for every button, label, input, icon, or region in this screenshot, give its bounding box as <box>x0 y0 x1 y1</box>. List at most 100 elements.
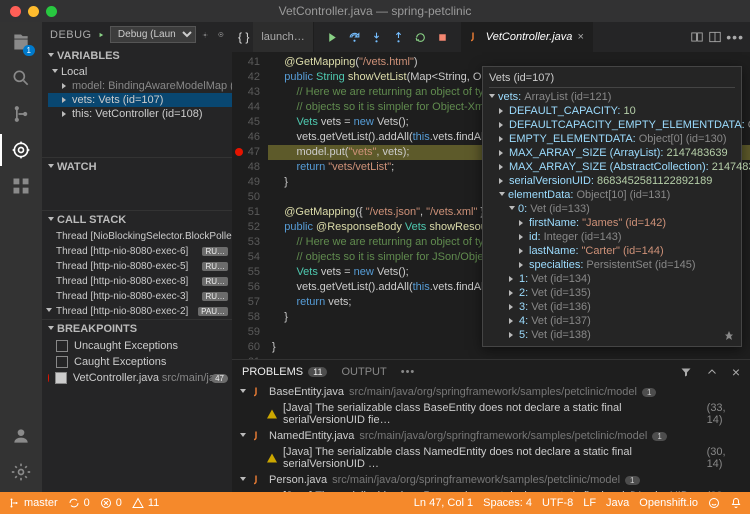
launch-config-select[interactable]: Debug (Launch) <box>110 26 196 43</box>
callstack-row[interactable]: Thread [http-nio-8080-exec-6]RU… <box>42 244 232 259</box>
maximize-panel-icon[interactable] <box>706 366 718 378</box>
variable-row[interactable]: model: BindingAwareModelMap (id=106… <box>48 79 232 93</box>
close-panel-icon[interactable]: × <box>732 364 740 380</box>
status-bar: master 0 0 11 Ln 47, Col 1 Spaces: 4 UTF… <box>0 492 750 514</box>
bottom-panel: PROBLEMS11 OUTPUT ••• × BaseEntity.java … <box>232 359 750 492</box>
extensions-icon[interactable] <box>9 174 33 198</box>
step-over-icon[interactable] <box>348 31 361 44</box>
continue-icon[interactable] <box>326 31 339 44</box>
hover-row[interactable]: lastName: "Carter" (id=144) <box>489 244 735 258</box>
source-control-icon[interactable] <box>9 102 33 126</box>
editor-tabbar: { } launch… VetController.java × ••• <box>232 22 750 52</box>
step-into-icon[interactable] <box>370 31 383 44</box>
breakpoint-row[interactable]: Uncaught Exceptions <box>42 338 232 354</box>
more-icon[interactable]: ••• <box>726 29 744 45</box>
java-file-icon <box>469 31 481 43</box>
debug-icon[interactable] <box>9 138 33 162</box>
java-file-icon <box>252 386 264 398</box>
cursor-position[interactable]: Ln 47, Col 1 <box>414 497 473 509</box>
breakpoint-row[interactable]: VetController.java src/main/ja…47 <box>42 370 232 386</box>
openshift-status[interactable]: Openshift.io <box>639 497 698 509</box>
debug-settings-icon[interactable] <box>202 29 208 41</box>
indentation[interactable]: Spaces: 4 <box>483 497 532 509</box>
hover-row[interactable]: specialties: PersistentSet (id=145) <box>489 258 735 272</box>
hover-row[interactable]: serialVersionUID: 8683452581122892189 <box>489 174 735 188</box>
hover-row[interactable]: DEFAULT_CAPACITY: 10 <box>489 104 735 118</box>
sync-status[interactable]: 0 <box>68 497 90 509</box>
debug-inspect-hover[interactable]: Vets (id=107) vets: ArrayList (id=121)DE… <box>482 66 742 347</box>
language-mode[interactable]: Java <box>606 497 629 509</box>
step-out-icon[interactable] <box>392 31 405 44</box>
split-icon[interactable] <box>708 30 722 44</box>
callstack-row[interactable]: Thread [http-nio-8080-exec-2]PAU… <box>42 304 232 319</box>
debug-stepper-toolbar <box>326 31 449 44</box>
variables-section-header[interactable]: VARIABLES <box>42 47 232 65</box>
hover-row[interactable]: 4: Vet (id=137) <box>489 314 735 328</box>
problem-file[interactable]: Person.java src/main/java/org/springfram… <box>232 472 750 488</box>
breakpoint-row[interactable]: Caught Exceptions <box>42 354 232 370</box>
hover-row[interactable]: 5: Vet (id=138) <box>489 328 735 342</box>
warning-count[interactable]: 11 <box>132 497 159 509</box>
hover-row[interactable]: 2: Vet (id=135) <box>489 286 735 300</box>
tab-problems[interactable]: PROBLEMS11 <box>242 366 327 378</box>
hover-row[interactable]: MAX_ARRAY_SIZE (ArrayList): 2147483639 <box>489 146 735 160</box>
callstack-section-header[interactable]: CALL STACK <box>42 210 232 229</box>
feedback-icon[interactable] <box>708 497 720 509</box>
hover-row[interactable]: 3: Vet (id=136) <box>489 300 735 314</box>
watch-section-header[interactable]: WATCH <box>42 157 232 176</box>
debug-console-icon[interactable] <box>218 29 224 40</box>
variable-row-selected[interactable]: vets: Vets (id=107) <box>48 93 232 107</box>
bell-icon[interactable] <box>730 497 742 509</box>
more-icon[interactable]: ••• <box>401 366 416 378</box>
encoding[interactable]: UTF-8 <box>542 497 573 509</box>
hover-row[interactable]: elementData: Object[10] (id=131) <box>489 188 735 202</box>
tab-output[interactable]: OUTPUT <box>341 366 386 378</box>
pin-icon[interactable] <box>723 330 735 342</box>
hover-row[interactable]: 0: Vet (id=133) <box>489 202 735 216</box>
gear-icon[interactable] <box>9 460 33 484</box>
java-file-icon <box>252 430 264 442</box>
search-icon[interactable] <box>9 66 33 90</box>
close-tab-icon[interactable]: × <box>577 31 583 43</box>
filter-icon[interactable] <box>680 366 692 378</box>
debug-sidebar: DEBUG Debug (Launch) VARIABLES Local mod… <box>42 22 232 492</box>
editor-body[interactable]: 4142434445464748495051525354555657585960… <box>232 52 750 359</box>
variable-scope[interactable]: Local <box>48 65 232 79</box>
hover-row[interactable]: vets: ArrayList (id=121) <box>489 90 735 104</box>
eol[interactable]: LF <box>583 497 596 509</box>
tab-launch[interactable]: launch… <box>253 22 313 52</box>
problem-file[interactable]: NamedEntity.java src/main/java/org/sprin… <box>232 428 750 444</box>
restart-icon[interactable] <box>414 31 427 44</box>
breakpoints-section-header[interactable]: BREAKPOINTS <box>42 319 232 338</box>
variable-row[interactable]: this: VetController (id=108) <box>48 107 232 121</box>
stop-icon[interactable] <box>436 31 449 44</box>
callstack-row[interactable]: Thread [http-nio-8080-exec-5]RU… <box>42 259 232 274</box>
problem-item[interactable]: [Java] The serializable class BaseEntity… <box>232 400 750 428</box>
hover-header: Vets (id=107) <box>489 71 554 85</box>
problem-item[interactable]: [Java] The serializable class NamedEntit… <box>232 444 750 472</box>
java-file-icon <box>252 474 264 486</box>
hover-row[interactable]: id: Integer (id=143) <box>489 230 735 244</box>
hover-row[interactable]: 1: Vet (id=134) <box>489 272 735 286</box>
titlebar: VetController.java — spring-petclinic <box>0 0 750 22</box>
hover-row[interactable]: EMPTY_ELEMENTDATA: Object[0] (id=130) <box>489 132 735 146</box>
variables-tree: Local model: BindingAwareModelMap (id=10… <box>42 65 232 121</box>
explorer-icon[interactable]: 1 <box>9 30 33 54</box>
panel-tabs: PROBLEMS11 OUTPUT ••• × <box>232 360 750 384</box>
callstack-row[interactable]: Thread [http-nio-8080-exec-3]RU… <box>42 289 232 304</box>
debug-toolbar: DEBUG Debug (Launch) <box>42 22 232 47</box>
callstack-row[interactable]: Thread [http-nio-8080-exec-8]RU… <box>42 274 232 289</box>
debug-label: DEBUG <box>50 29 92 41</box>
callstack-row[interactable]: Thread [NioBlockingSelector.BlockPoller… <box>42 229 232 244</box>
hover-row[interactable]: DEFAULTCAPACITY_EMPTY_ELEMENTDATA: Objec… <box>489 118 735 132</box>
hover-row[interactable]: firstName: "James" (id=142) <box>489 216 735 230</box>
hover-row[interactable]: MAX_ARRAY_SIZE (AbstractCollection): 214… <box>489 160 735 174</box>
git-branch[interactable]: master <box>8 497 58 509</box>
json-icon: { } <box>238 30 249 44</box>
compare-icon[interactable] <box>690 30 704 44</box>
tab-active[interactable]: VetController.java × <box>461 22 593 52</box>
accounts-icon[interactable] <box>9 424 33 448</box>
error-count[interactable]: 0 <box>100 497 122 509</box>
start-debug-icon[interactable] <box>98 29 104 41</box>
problem-file[interactable]: BaseEntity.java src/main/java/org/spring… <box>232 384 750 400</box>
